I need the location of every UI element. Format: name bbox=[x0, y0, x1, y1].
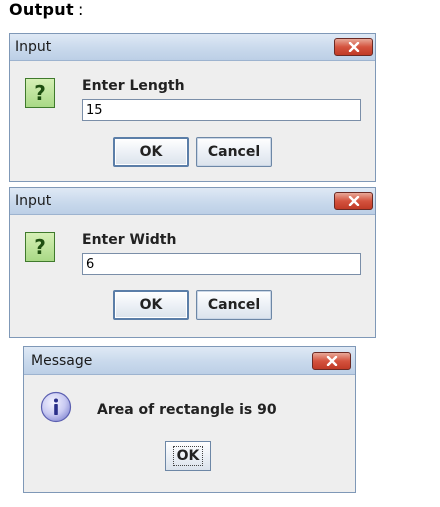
output-heading: Output: bbox=[9, 0, 84, 19]
message-dialog: Message Area of rectangle is 90 OK bbox=[23, 346, 356, 493]
input-dialog-length: Input ? Enter Length OK Cancel bbox=[9, 33, 376, 182]
close-button[interactable] bbox=[312, 352, 351, 370]
cancel-button[interactable]: Cancel bbox=[196, 290, 272, 320]
dialog-title: Message bbox=[31, 353, 93, 369]
close-icon bbox=[326, 356, 337, 366]
close-button[interactable] bbox=[334, 38, 373, 56]
close-button[interactable] bbox=[334, 192, 373, 210]
ok-button-label: OK bbox=[172, 446, 204, 466]
dialog-titlebar[interactable]: Input bbox=[10, 188, 375, 215]
input-dialog-width: Input ? Enter Width OK Cancel bbox=[9, 187, 376, 338]
dialog-titlebar[interactable]: Message bbox=[24, 347, 355, 375]
message-text: Area of rectangle is 90 bbox=[97, 402, 277, 418]
cancel-button[interactable]: Cancel bbox=[196, 137, 272, 167]
output-heading-text: Output bbox=[9, 0, 74, 19]
prompt-label: Enter Width bbox=[82, 232, 177, 248]
question-icon: ? bbox=[25, 78, 55, 108]
output-heading-colon: : bbox=[77, 0, 84, 19]
width-input[interactable] bbox=[82, 253, 361, 275]
close-icon bbox=[348, 42, 359, 52]
dialog-titlebar[interactable]: Input bbox=[10, 34, 375, 61]
length-input[interactable] bbox=[82, 99, 361, 121]
info-icon bbox=[40, 391, 72, 423]
dialog-title: Input bbox=[15, 39, 52, 55]
question-icon: ? bbox=[25, 232, 55, 262]
close-icon bbox=[348, 196, 359, 206]
prompt-label: Enter Length bbox=[82, 78, 185, 94]
dialog-title: Input bbox=[15, 193, 52, 209]
ok-button[interactable]: OK bbox=[113, 137, 189, 167]
ok-button[interactable]: OK bbox=[165, 441, 211, 471]
ok-button[interactable]: OK bbox=[113, 290, 189, 320]
